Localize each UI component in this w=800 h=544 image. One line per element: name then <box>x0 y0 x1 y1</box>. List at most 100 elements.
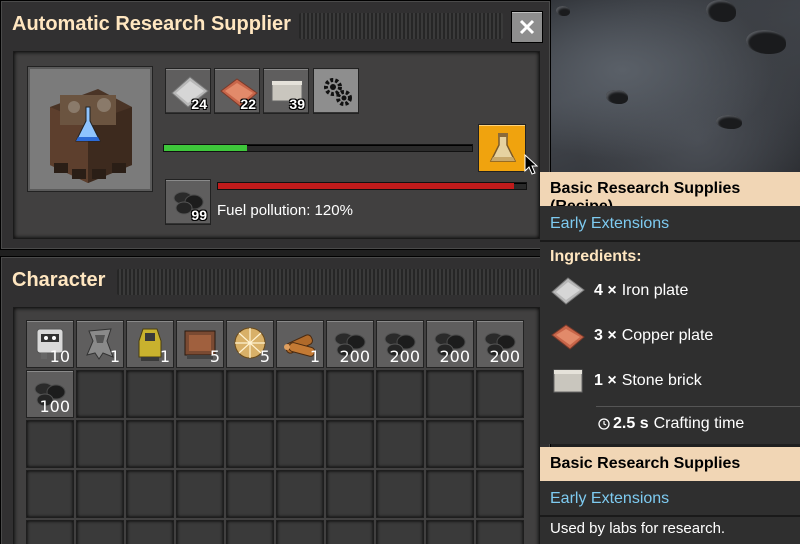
empty-inventory-slot[interactable] <box>276 520 324 544</box>
drag-handle[interactable] <box>299 13 503 39</box>
inventory-slot[interactable]: 1 <box>276 320 324 368</box>
input-slot-copper-plate[interactable]: 22 <box>214 68 260 114</box>
slot-count: 5 <box>209 347 220 366</box>
slot-count: 200 <box>489 347 520 366</box>
inventory-slot[interactable]: 10 <box>26 320 74 368</box>
empty-inventory-slot[interactable] <box>176 370 224 418</box>
empty-inventory-slot[interactable] <box>176 470 224 518</box>
empty-inventory-slot[interactable] <box>276 470 324 518</box>
empty-inventory-slot[interactable] <box>76 420 124 468</box>
empty-inventory-slot[interactable] <box>126 370 174 418</box>
empty-inventory-slot[interactable] <box>126 520 174 544</box>
empty-inventory-slot[interactable] <box>376 420 424 468</box>
character-window-title: Character <box>12 269 106 291</box>
tooltip-item-body: Early Extensions Used by labs for resear… <box>540 481 800 544</box>
clock-icon <box>598 418 610 430</box>
empty-inventory-slot[interactable] <box>376 520 424 544</box>
iron-plate-icon <box>551 277 585 305</box>
empty-inventory-slot[interactable] <box>226 520 274 544</box>
empty-inventory-slot[interactable] <box>426 520 474 544</box>
empty-inventory-slot[interactable] <box>276 420 324 468</box>
module-settings-button[interactable] <box>313 68 359 114</box>
empty-inventory-slot[interactable] <box>476 370 524 418</box>
inventory-slot[interactable]: 100 <box>26 370 74 418</box>
slot-count: 39 <box>289 96 305 112</box>
slot-count: 99 <box>191 207 207 223</box>
empty-inventory-slot[interactable] <box>76 520 124 544</box>
empty-inventory-slot[interactable] <box>326 520 374 544</box>
inventory-slot[interactable]: 5 <box>176 320 224 368</box>
inventory-slot[interactable]: 1 <box>76 320 124 368</box>
empty-inventory-slot[interactable] <box>476 420 524 468</box>
empty-inventory-slot[interactable] <box>426 370 474 418</box>
slot-count: 200 <box>339 347 370 366</box>
empty-inventory-slot[interactable] <box>176 420 224 468</box>
crafting-time-label: Crafting time <box>653 415 745 432</box>
empty-inventory-slot[interactable] <box>126 420 174 468</box>
ingredients-label: Ingredients: <box>550 248 642 265</box>
rock <box>706 0 736 22</box>
close-button[interactable] <box>511 11 543 43</box>
drag-handle[interactable] <box>117 269 541 295</box>
slot-count: 10 <box>49 347 70 366</box>
ingredient-qty: 1 × <box>594 372 617 389</box>
crafting-progress-fill <box>164 145 248 151</box>
research-supplies-flask-icon <box>489 133 517 162</box>
machine-window-title: Automatic Research Supplier <box>12 13 291 35</box>
slot-count: 200 <box>439 347 470 366</box>
ingredient-row: 4 × Iron plate <box>550 274 688 308</box>
inventory-slot[interactable]: 1 <box>126 320 174 368</box>
slot-count: 1 <box>109 347 120 366</box>
recipe-button[interactable] <box>478 124 526 172</box>
slot-count: 1 <box>159 347 170 366</box>
empty-inventory-slot[interactable] <box>176 520 224 544</box>
empty-inventory-slot[interactable] <box>226 370 274 418</box>
empty-inventory-slot[interactable] <box>476 520 524 544</box>
machine-content: 24 22 39 99 Fuel pollution: 120% <box>13 51 540 239</box>
input-slot-iron-plate[interactable]: 24 <box>165 68 211 114</box>
machine-preview <box>27 66 153 192</box>
ingredient-name: Stone brick <box>621 372 702 389</box>
divider <box>596 406 800 407</box>
empty-inventory-slot[interactable] <box>226 420 274 468</box>
rock <box>556 6 570 16</box>
empty-inventory-slot[interactable] <box>426 470 474 518</box>
empty-inventory-slot[interactable] <box>76 370 124 418</box>
slot-count: 1 <box>309 347 320 366</box>
empty-inventory-slot[interactable] <box>476 470 524 518</box>
ingredient-row: 1 × Stone brick <box>550 364 702 398</box>
inventory-slot[interactable]: 200 <box>326 320 374 368</box>
empty-inventory-slot[interactable] <box>26 420 74 468</box>
ingredient-qty: 4 × <box>594 282 617 299</box>
empty-inventory-slot[interactable] <box>276 370 324 418</box>
close-icon <box>519 19 535 35</box>
empty-inventory-slot[interactable] <box>26 470 74 518</box>
empty-inventory-slot[interactable] <box>226 470 274 518</box>
fuel-slot[interactable]: 99 <box>165 179 211 225</box>
gears-icon <box>324 78 352 106</box>
empty-inventory-slot[interactable] <box>376 470 424 518</box>
fuel-pollution-label: Fuel pollution: 120% <box>217 202 353 219</box>
empty-inventory-slot[interactable] <box>426 420 474 468</box>
empty-inventory-slot[interactable] <box>376 370 424 418</box>
inventory-slot[interactable]: 200 <box>476 320 524 368</box>
divider <box>540 240 800 242</box>
tooltip-item-title: Basic Research Supplies <box>540 447 800 481</box>
machine-window: Automatic Research Supplier 24 22 39 99 … <box>0 0 551 250</box>
inventory-slot[interactable]: 200 <box>376 320 424 368</box>
rock <box>716 115 742 129</box>
empty-inventory-slot[interactable] <box>126 470 174 518</box>
fuel-bar-fill <box>218 183 514 189</box>
rock <box>606 90 628 104</box>
inventory-slot[interactable]: 5 <box>226 320 274 368</box>
input-slot-stone-brick[interactable]: 39 <box>263 68 309 114</box>
empty-inventory-slot[interactable] <box>76 470 124 518</box>
empty-inventory-slot[interactable] <box>326 370 374 418</box>
empty-inventory-slot[interactable] <box>326 420 374 468</box>
empty-inventory-slot[interactable] <box>326 470 374 518</box>
ingredient-row: 3 × Copper plate <box>550 319 713 353</box>
empty-inventory-slot[interactable] <box>26 520 74 544</box>
inventory-slot[interactable]: 200 <box>426 320 474 368</box>
tooltip-recipe-body: Early Extensions Ingredients: 4 × Iron p… <box>540 206 800 444</box>
research-supplier-machine-icon <box>50 89 132 183</box>
